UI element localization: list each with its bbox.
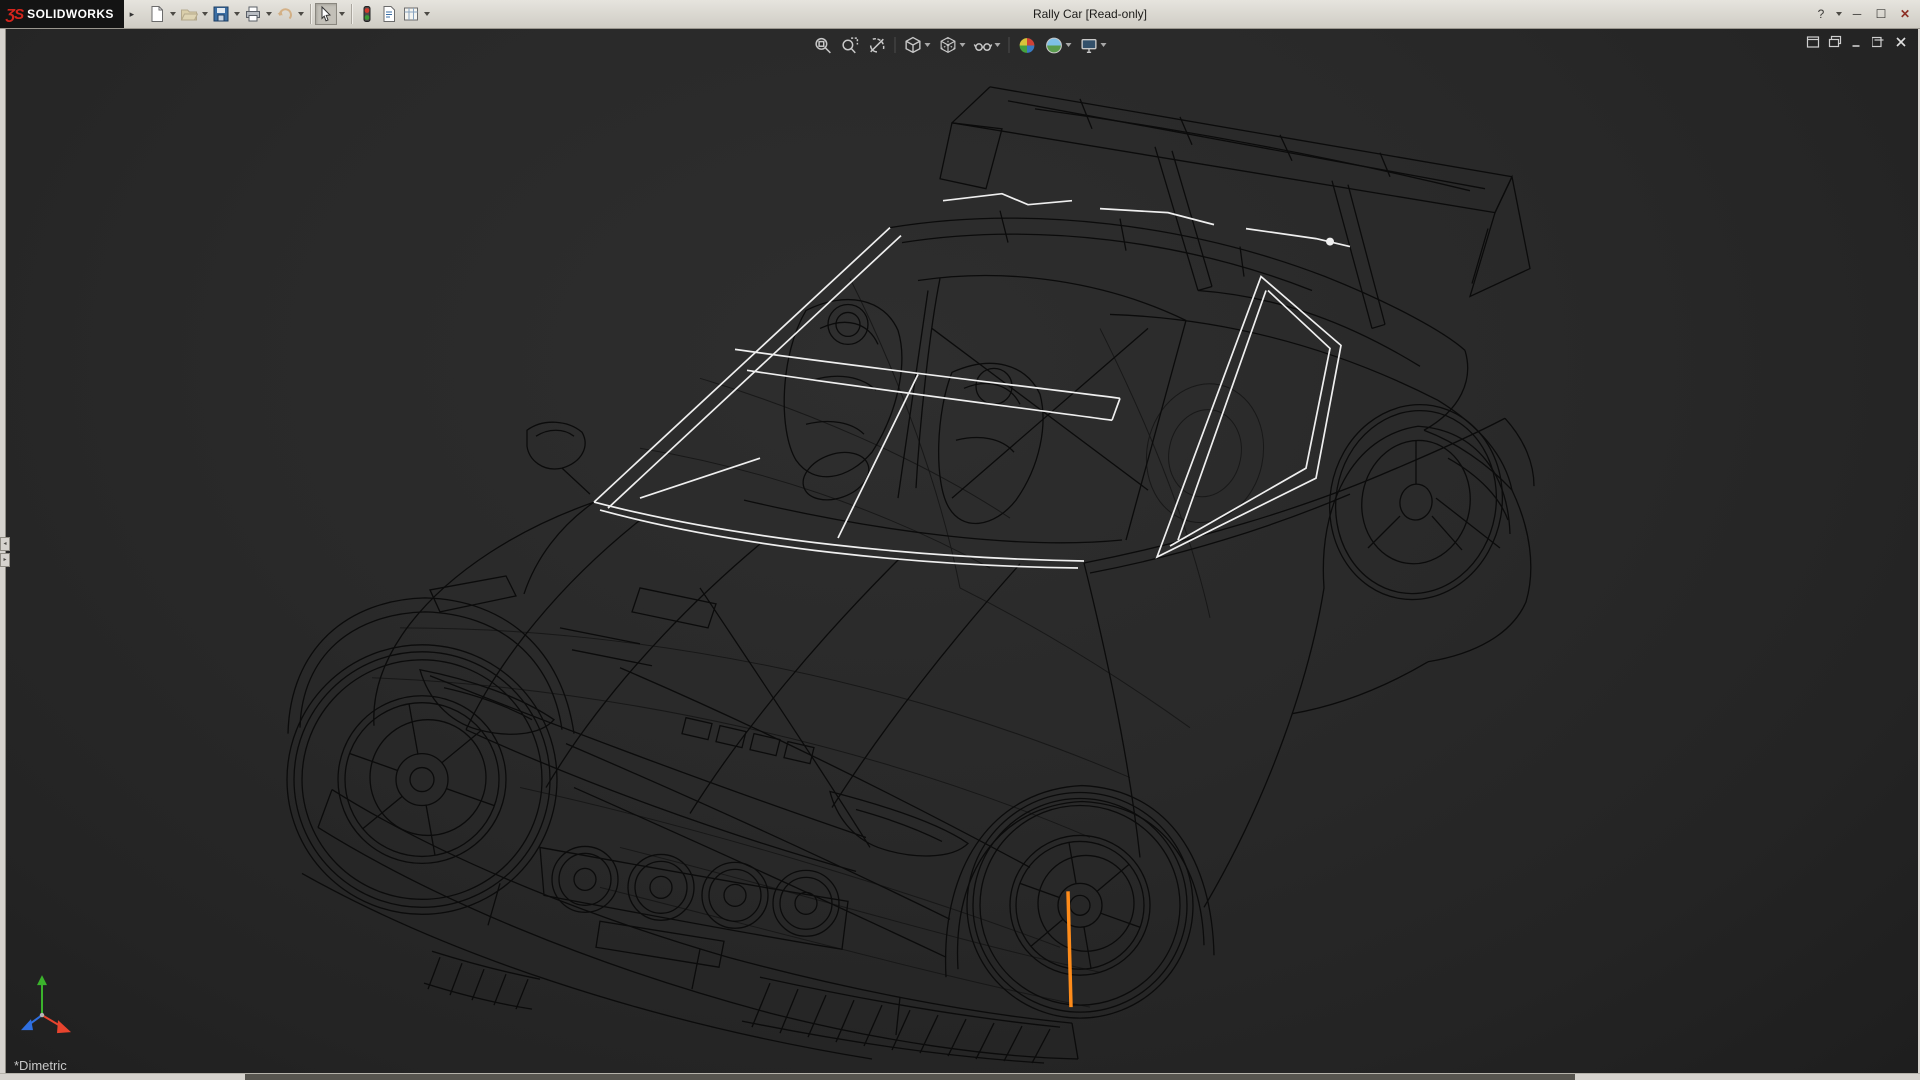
zoom-to-fit-icon xyxy=(814,36,833,55)
undo-dropdown[interactable] xyxy=(296,3,306,25)
options-grid-icon xyxy=(402,5,420,23)
undo-button[interactable] xyxy=(274,3,296,25)
splitter-expand-right-arrow[interactable]: ▸ xyxy=(0,553,10,567)
minimize-button[interactable]: ─ xyxy=(1846,4,1868,24)
edit-appearance-sphere-icon xyxy=(1018,36,1037,55)
view-orientation-button[interactable] xyxy=(901,33,934,57)
dropdown-caret-icon xyxy=(266,12,272,16)
dropdown-caret-icon xyxy=(202,12,208,16)
toolbar-separator xyxy=(895,37,896,53)
section-view-icon xyxy=(868,36,887,55)
dropdown-caret-icon xyxy=(170,12,176,16)
options-button[interactable] xyxy=(400,3,422,25)
dropdown-caret-icon xyxy=(1101,43,1107,47)
dropdown-caret-icon xyxy=(925,43,931,47)
cascade-windows-button[interactable] xyxy=(1826,33,1844,51)
toolbar-separator xyxy=(1009,37,1010,53)
edit-appearance-button[interactable] xyxy=(1015,33,1040,57)
zoom-to-area-button[interactable] xyxy=(838,33,863,57)
solidworks-logo: ƷS SOLIDWORKS xyxy=(0,0,124,28)
undo-arrow-icon xyxy=(276,5,294,23)
file-properties-button[interactable] xyxy=(378,3,400,25)
splitter-expand-left-arrow[interactable]: ◂ xyxy=(0,537,10,551)
window-controls: ? ─ ☐ ✕ xyxy=(1810,0,1916,28)
new-document-button[interactable] xyxy=(146,3,168,25)
featuremanager-splitter: ◂ ▸ xyxy=(0,537,10,567)
doc-minimize-button[interactable] xyxy=(1848,33,1866,51)
hide-show-glasses-icon xyxy=(974,36,993,55)
save-dropdown[interactable] xyxy=(232,3,242,25)
dropdown-caret-icon xyxy=(424,12,430,16)
save-button[interactable] xyxy=(210,3,232,25)
hide-show-items-button[interactable] xyxy=(971,33,1004,57)
doc-close-icon xyxy=(1894,35,1908,49)
dropdown-caret-icon xyxy=(298,12,304,16)
doc-close-button[interactable] xyxy=(1892,33,1910,51)
model-edges xyxy=(287,87,1534,1063)
view-orientation-label: *Dimetric xyxy=(14,1058,67,1073)
graphics-viewport[interactable]: ◂ ▸ *Dimetric xyxy=(0,29,1920,1073)
doc-minimize-icon xyxy=(1850,35,1864,49)
print-button[interactable] xyxy=(242,3,264,25)
file-properties-icon xyxy=(380,5,398,23)
print-dropdown[interactable] xyxy=(264,3,274,25)
doc-restore-button[interactable] xyxy=(1870,33,1888,51)
print-icon xyxy=(244,5,262,23)
display-style-button[interactable] xyxy=(936,33,969,57)
dropdown-caret-icon xyxy=(995,43,1001,47)
open-folder-icon xyxy=(180,5,198,23)
menu-expand-arrow[interactable]: ▸ xyxy=(126,4,138,24)
doc-restore-icon xyxy=(1872,35,1886,49)
dropdown-caret-icon xyxy=(339,12,345,16)
new-window-icon xyxy=(1806,35,1820,49)
options-dropdown[interactable] xyxy=(422,3,432,25)
cascade-windows-icon xyxy=(1828,35,1842,49)
dropdown-caret-icon xyxy=(1066,43,1072,47)
new-window-button[interactable] xyxy=(1804,33,1822,51)
heads-up-toolbar xyxy=(811,33,1110,57)
rebuild-traffic-light-icon xyxy=(358,5,376,23)
solidworks-logo-text: SOLIDWORKS xyxy=(27,7,114,21)
reference-triad xyxy=(21,975,71,1033)
select-cursor-icon xyxy=(317,5,335,23)
solidworks-logo-mark-icon: ƷS xyxy=(6,6,23,23)
apply-scene-button[interactable] xyxy=(1042,33,1075,57)
rally-car-wireframe xyxy=(0,29,1920,1073)
section-view-button[interactable] xyxy=(865,33,890,57)
toolbar-separator xyxy=(310,4,311,24)
new-document-dropdown[interactable] xyxy=(168,3,178,25)
solidworks-window: ƷS SOLIDWORKS ▸ xyxy=(0,0,1920,1080)
help-dropdown[interactable] xyxy=(1834,3,1844,25)
view-settings-monitor-icon xyxy=(1080,36,1099,55)
zoom-to-fit-button[interactable] xyxy=(811,33,836,57)
dropdown-caret-icon xyxy=(960,43,966,47)
open-dropdown[interactable] xyxy=(200,3,210,25)
main-toolbar xyxy=(146,3,432,25)
maximize-button[interactable]: ☐ xyxy=(1870,4,1892,24)
zoom-to-area-icon xyxy=(841,36,860,55)
toolbar-separator xyxy=(351,4,352,24)
view-orientation-cube-icon xyxy=(904,36,923,55)
open-button[interactable] xyxy=(178,3,200,25)
close-button[interactable]: ✕ xyxy=(1894,4,1916,24)
apply-scene-sphere-icon xyxy=(1045,36,1064,55)
help-button[interactable]: ? xyxy=(1810,4,1832,24)
status-bar-recess xyxy=(245,1074,1575,1080)
new-document-icon xyxy=(148,5,166,23)
status-bar xyxy=(0,1073,1920,1080)
document-window-controls xyxy=(1804,33,1910,51)
titlebar: ƷS SOLIDWORKS ▸ xyxy=(0,0,1920,29)
window-title: Rally Car [Read-only] xyxy=(380,7,1800,21)
view-settings-button[interactable] xyxy=(1077,33,1110,57)
select-button[interactable] xyxy=(315,3,337,25)
rebuild-button[interactable] xyxy=(356,3,378,25)
save-floppy-icon xyxy=(212,5,230,23)
select-dropdown[interactable] xyxy=(337,3,347,25)
display-style-cube-icon xyxy=(939,36,958,55)
dropdown-caret-icon xyxy=(1836,12,1842,16)
dropdown-caret-icon xyxy=(234,12,240,16)
